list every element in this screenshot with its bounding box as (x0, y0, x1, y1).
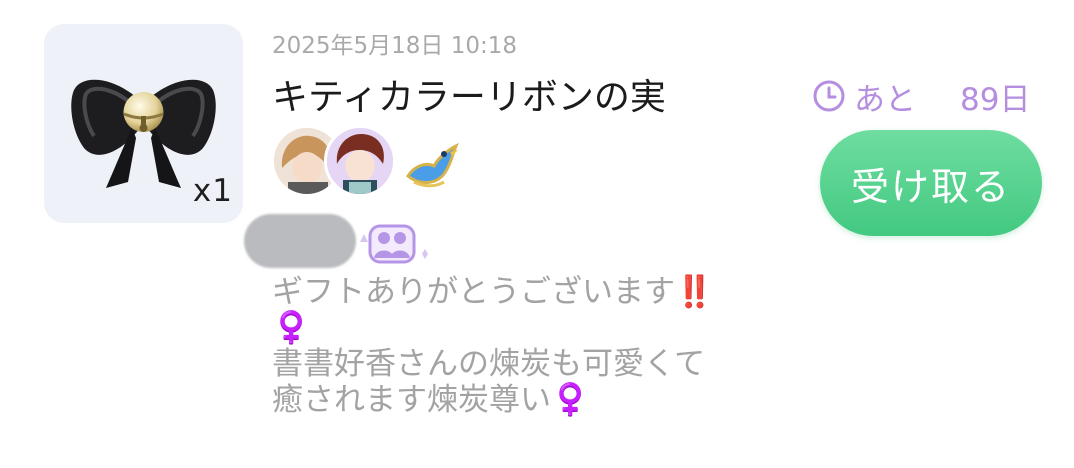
receive-button[interactable]: 受け取る (820, 130, 1042, 236)
gift-title: キティカラーリボンの実 (272, 77, 666, 118)
sender-name-redacted[interactable] (244, 214, 356, 268)
two-people-icon (360, 224, 428, 264)
clock-icon (813, 80, 845, 112)
remaining-prefix: あと (854, 81, 916, 118)
gift-card: x1 2025年5月18日 10:18 キティカラーリボンの実 あと 89日 受… (0, 0, 1074, 468)
remaining-days: 89日 (960, 81, 1031, 118)
avatar[interactable] (324, 125, 396, 197)
blue-bird-badge-icon (406, 142, 459, 188)
gift-message: ギフトありがとうございます‼️ ♀️ 書書好香さんの煉炭も可愛くて 癒されます煉… (272, 274, 714, 418)
gift-timestamp: 2025年5月18日 10:18 (272, 33, 518, 59)
gift-item-thumbnail: x1 (44, 24, 243, 223)
gift-quantity: x1 (192, 173, 233, 209)
remaining-time: あと 89日 (812, 76, 1031, 118)
sender-info (244, 214, 444, 270)
